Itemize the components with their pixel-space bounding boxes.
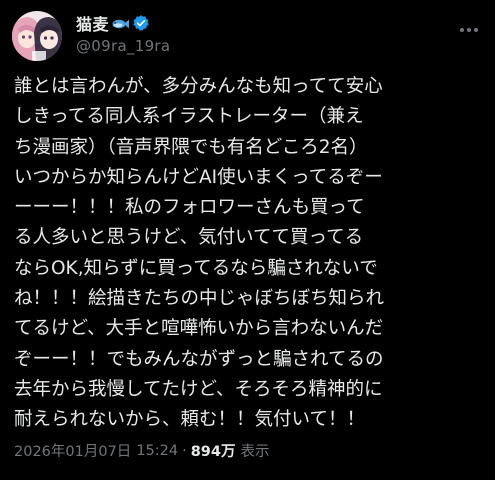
tweet-text-line: 誰とは言わんが、多分みんなも知ってて安心	[14, 76, 383, 97]
tweet-text-line: 去年から我慢してたけど、そろそろ精神的に	[14, 378, 383, 400]
verified-badge-icon[interactable]	[132, 14, 150, 32]
meta-separator: ·	[182, 442, 187, 459]
display-name[interactable]: 猫麦	[76, 11, 109, 35]
tweet-date[interactable]: 2026年01月07日	[14, 440, 131, 461]
tweet-text: 誰とは言わんが、多分みんなも知ってて安心 しきってる同人系イラストレーター（兼え…	[14, 72, 489, 436]
tweet: 猫麦 @09ra_19ra 誰とは言わんが、多分みんなも知ってて安心 しきってる…	[0, 0, 495, 480]
author-block: 猫麦 @09ra_19ra	[76, 12, 170, 55]
tweet-text-line: ぞーー！！でもみんながずっと騙されてるの	[14, 348, 384, 370]
more-options-icon[interactable]	[459, 20, 479, 40]
views-label: 表示	[240, 444, 270, 460]
tweet-meta: 2026年01月07日 15:24 · 894万 表示	[14, 440, 270, 461]
tweet-text-line: ーーー！！！私のフォロワーさんも買って	[14, 197, 365, 219]
tweet-text-line: 耐えられないから、頼む！！気付いて！！	[14, 409, 365, 431]
handle[interactable]: @09ra_19ra	[76, 37, 170, 55]
avatar[interactable]	[12, 11, 62, 61]
tweet-text-line: る人多いと思うけど、気付いてて買ってる	[14, 227, 364, 249]
fish-icon	[111, 16, 130, 30]
tweet-text-line: しきってる同人系イラストレーター（兼え	[14, 106, 364, 128]
views-count: 894万	[190, 444, 236, 460]
name-row: 猫麦	[76, 12, 170, 34]
tweet-text-line: ち漫画家）（音声界隈でも有名どころ2名）	[14, 136, 368, 158]
tweet-text-line: てるけど、大手と喧嘩怖いから言わないんだ	[14, 318, 384, 340]
tweet-text-line: ね！！！絵描きたちの中じゃぼちぼち知られ	[14, 288, 385, 310]
anime-girls-avatar	[12, 11, 62, 61]
tweet-text-line: ならOK,知らずに買ってるなら騙されないで	[14, 257, 378, 279]
tweet-text-line: いつからか知らんけどAI使いまくってるぞー	[14, 166, 383, 188]
tweet-time[interactable]: 15:24	[136, 443, 178, 459]
